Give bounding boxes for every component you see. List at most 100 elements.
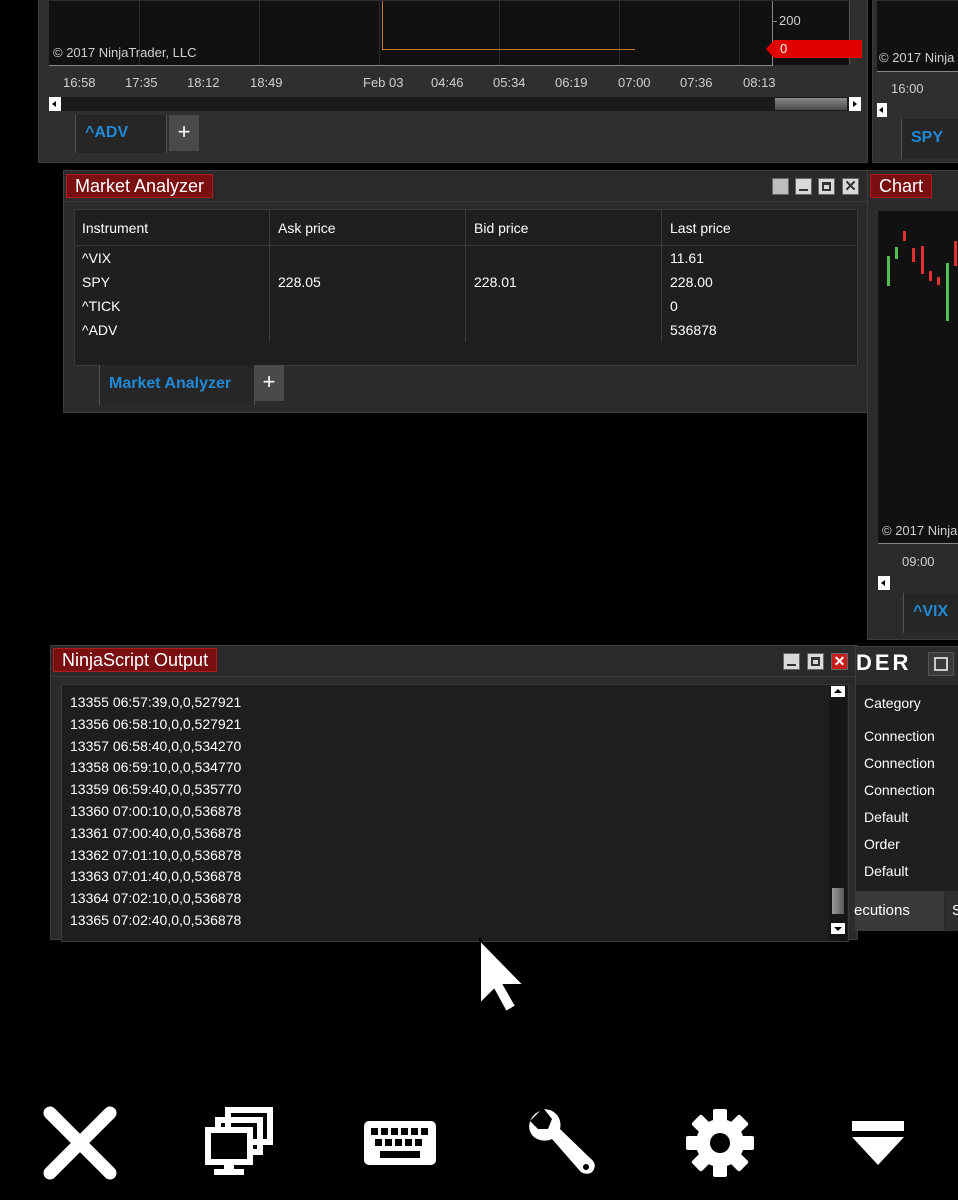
- candle-red: [903, 231, 906, 241]
- cell-instrument[interactable]: ^VIX: [82, 250, 111, 266]
- scroll-up-icon[interactable]: [831, 686, 845, 697]
- tab-market-analyzer[interactable]: Market Analyzer: [99, 365, 255, 405]
- scroll-left-icon[interactable]: [877, 103, 887, 117]
- title-bar[interactable]: Market Analyzer ✕: [64, 171, 868, 202]
- candle-red: [921, 246, 924, 274]
- close-button[interactable]: ✕: [842, 178, 859, 195]
- output-line: 13364 07:02:10,0,0,536878: [70, 890, 242, 907]
- window-icon[interactable]: [928, 652, 954, 676]
- x-axis: [878, 543, 958, 544]
- category-cell[interactable]: Connection: [864, 755, 935, 771]
- cell-instrument[interactable]: ^TICK: [82, 298, 120, 314]
- log-grid[interactable]: Category Connection Connection Connectio…: [856, 685, 958, 891]
- output-line: 13355 06:57:39,0,0,527921: [70, 694, 242, 710]
- chart-window-spy: © 2017 Ninja 16:00 SPY: [872, 0, 958, 163]
- column-header-bid[interactable]: Bid price: [474, 220, 528, 236]
- header-divider: [75, 245, 857, 246]
- output-line: 13361 07:00:40,0,0,536878: [70, 824, 242, 841]
- cell-last[interactable]: 0: [670, 298, 678, 314]
- cell-bid[interactable]: 228.01: [474, 274, 517, 290]
- chart-plot-area[interactable]: © 2017 NinjaTrader, LLC: [49, 1, 850, 65]
- tab-spy[interactable]: SPY: [901, 119, 958, 159]
- category-cell[interactable]: Connection: [864, 728, 935, 744]
- grid-line: [379, 1, 380, 65]
- scroll-thumb[interactable]: [832, 888, 844, 914]
- close-button[interactable]: ✕: [831, 653, 848, 670]
- chart-copyright: © 2017 Ninja: [882, 523, 958, 538]
- chart-plot-area[interactable]: [878, 211, 958, 543]
- close-icon[interactable]: [42, 1105, 118, 1181]
- scroll-left-icon[interactable]: [878, 576, 890, 590]
- cell-last[interactable]: 536878: [670, 322, 717, 338]
- add-tab-button[interactable]: +: [169, 115, 199, 151]
- cell-instrument[interactable]: ^ADV: [82, 322, 117, 338]
- cell-last[interactable]: 11.61: [670, 250, 704, 266]
- grid-line: [619, 1, 620, 65]
- minimize-icon: [799, 189, 808, 191]
- tab-partial[interactable]: S: [946, 891, 958, 931]
- candle-green: [887, 256, 890, 286]
- cell-last[interactable]: 228.00: [670, 274, 713, 290]
- x-tick-label: 07:36: [680, 75, 713, 90]
- x-axis: [49, 65, 773, 66]
- x-tick-label: 07:00: [618, 75, 651, 90]
- cell-instrument[interactable]: SPY: [82, 274, 110, 290]
- minimize-icon: [787, 664, 796, 666]
- output-line: 13357 06:58:40,0,0,534270: [70, 737, 242, 754]
- column-header-ask[interactable]: Ask price: [278, 220, 336, 236]
- category-cell[interactable]: Default: [864, 809, 908, 825]
- price-marker-arrow: [766, 40, 774, 58]
- x-tick-label: 16:58: [63, 75, 96, 90]
- tab-vix[interactable]: ^VIX: [903, 593, 958, 633]
- minimize-button[interactable]: [795, 178, 812, 195]
- output-line: 13359 06:59:40,0,0,535770: [70, 781, 242, 798]
- window-title: NinjaScript Output: [53, 648, 218, 672]
- gear-icon[interactable]: [682, 1105, 758, 1181]
- scroll-down-icon[interactable]: [831, 923, 845, 934]
- tab-label: ^ADV: [85, 124, 129, 141]
- ninjascript-output-window: NinjaScript Output ✕ 13355 06:57:39,0,0,…: [50, 645, 858, 942]
- x-tick-label: 18:49: [250, 75, 283, 90]
- chart-window-adv: © 2017 NinjaTrader, LLC 200 0 16:58 17:3…: [38, 0, 868, 163]
- windows-icon[interactable]: [202, 1105, 278, 1181]
- cell-ask[interactable]: 228.05: [278, 274, 321, 290]
- column-header-instrument[interactable]: Instrument: [82, 220, 148, 236]
- window-icon[interactable]: [772, 178, 789, 195]
- control-center-logo: DER: [856, 650, 912, 675]
- analyzer-grid[interactable]: Instrument Ask price Bid price Last pric…: [74, 209, 858, 366]
- x-tick-label: 17:35: [125, 75, 158, 90]
- maximize-button[interactable]: [818, 178, 835, 195]
- minimize-button[interactable]: [783, 653, 800, 670]
- candle-red: [954, 241, 957, 266]
- tab-adv[interactable]: ^ADV: [75, 115, 167, 153]
- category-cell[interactable]: Default: [864, 863, 908, 879]
- tab-label: Market Analyzer: [109, 375, 232, 392]
- wrench-icon[interactable]: [522, 1105, 598, 1181]
- dropdown-icon[interactable]: [840, 1105, 916, 1181]
- grid-line: [259, 1, 260, 65]
- grid-line: [499, 1, 500, 65]
- tab-label: SPY: [911, 129, 944, 146]
- output-lines: 13355 06:57:39,0,0,527921 13356 06:58:10…: [70, 692, 241, 932]
- chart-copyright: © 2017 Ninja: [879, 50, 955, 65]
- horizontal-scrollbar[interactable]: [49, 97, 861, 111]
- tab-executions[interactable]: ecutions: [854, 891, 944, 931]
- vertical-scrollbar[interactable]: [829, 685, 847, 941]
- output-text-area[interactable]: 13355 06:57:39,0,0,527921 13356 06:58:10…: [61, 684, 849, 942]
- add-tab-button[interactable]: +: [254, 365, 284, 401]
- x-axis: [877, 71, 958, 72]
- column-header-last[interactable]: Last price: [670, 220, 731, 236]
- output-line: 13363 07:01:40,0,0,536878: [70, 868, 242, 885]
- scroll-left-icon[interactable]: [49, 97, 61, 111]
- title-bar[interactable]: NinjaScript Output ✕: [51, 646, 857, 677]
- keyboard-icon[interactable]: [362, 1105, 438, 1181]
- column-header-category[interactable]: Category: [864, 695, 921, 711]
- control-center-window: DER Category Connection Connection Conne…: [854, 646, 958, 931]
- scroll-right-icon[interactable]: [849, 97, 861, 111]
- category-cell[interactable]: Order: [864, 836, 900, 852]
- window-title[interactable]: Chart: [870, 174, 933, 198]
- category-cell[interactable]: Connection: [864, 782, 935, 798]
- output-line: 13358 06:59:10,0,0,534770: [70, 759, 242, 776]
- maximize-button[interactable]: [807, 653, 824, 670]
- scroll-thumb[interactable]: [775, 98, 847, 110]
